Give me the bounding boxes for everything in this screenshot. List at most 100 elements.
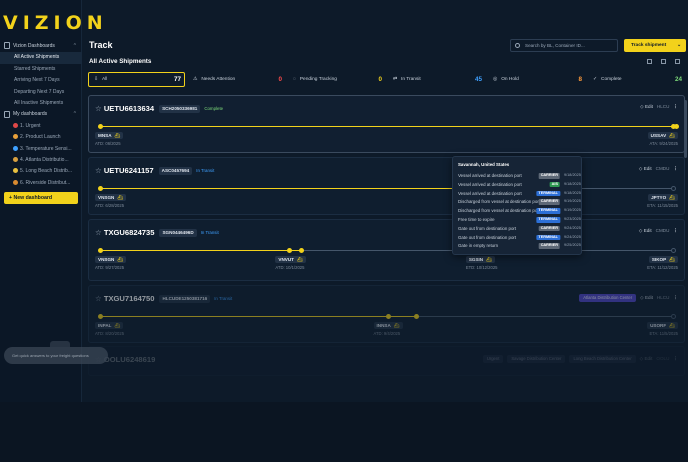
filter-tab[interactable]: ◌ Pending Tracking 0 bbox=[288, 72, 385, 87]
shipment-card[interactable]: ☆ UETU6241157 ASC0457694 In Transit ◇ Edit CM… bbox=[88, 157, 685, 215]
sidebar-item[interactable]: Departing Next 7 Days bbox=[0, 87, 82, 98]
destination-port[interactable]: JPTYO ⛴ bbox=[648, 194, 678, 201]
dashboard-tag[interactable]: Urgent bbox=[482, 355, 504, 363]
edit-button[interactable]: Edit bbox=[644, 356, 652, 361]
event-label: Vessel arrived at destination port bbox=[458, 190, 522, 196]
search-input[interactable]: Search by BL, Container ID... bbox=[510, 39, 618, 52]
sidebar-dashboard-item[interactable]: 5. Long Beach Distrib... bbox=[0, 166, 82, 177]
ship-icon: ⛴ bbox=[117, 195, 124, 200]
filter-count: 8 bbox=[578, 76, 582, 83]
vizion-logo[interactable]: VIZION bbox=[3, 12, 108, 34]
destination-port[interactable]: USSAV ⛴ bbox=[647, 132, 678, 139]
shipment-card[interactable]: ☆ TXGU7164750 HLCUDE1250381716 In Transit At… bbox=[88, 285, 685, 343]
group-my-dashboards[interactable]: My dashboards ^ bbox=[0, 109, 82, 120]
origin-date: ATD: 6/28/2025 bbox=[95, 203, 125, 208]
card-actions: ◇ Edit CMDU ⋮ bbox=[639, 228, 678, 234]
sidebar-item[interactable]: All Inactive Shipments bbox=[0, 98, 82, 109]
origin-port[interactable]: VNSGN ⛴ bbox=[95, 256, 127, 263]
container-id[interactable]: ☆ TXGU6824735 SGN0446496D In Transit bbox=[95, 228, 219, 237]
card-actions: ◇ Edit HLCU ⋮ bbox=[640, 104, 678, 110]
filter-tab[interactable]: ⚠ Needs Attention 0 bbox=[188, 72, 285, 87]
filter-tab[interactable]: ✓ Complete 24 bbox=[588, 72, 685, 87]
origin-port[interactable]: VNSGN ⛴ bbox=[95, 194, 127, 201]
container-id[interactable]: ☆ TXGU7164750 HLCUDE1250381716 In Transit bbox=[95, 294, 232, 303]
more-options-icon[interactable]: ⋮ bbox=[673, 356, 678, 361]
ship-icon: ⛴ bbox=[669, 195, 675, 200]
track-shipment-button[interactable]: Track shipment ⌄ bbox=[624, 39, 686, 52]
dashboard-tag[interactable]: Long Beach Distribution Center bbox=[569, 355, 636, 363]
ship-icon: ⛴ bbox=[669, 133, 675, 138]
filter-tab[interactable]: ⇩ All 77 bbox=[88, 72, 185, 87]
shipment-card[interactable]: ☆OOLU6248619UrgentSavage Distribution Ce… bbox=[88, 346, 685, 376]
sidebar-dashboard-item[interactable]: 1. Urgent bbox=[0, 121, 82, 132]
edit-button[interactable]: Edit bbox=[645, 104, 653, 109]
origin-port[interactable]: INPAL ⛴ bbox=[95, 322, 124, 329]
card-actions: Atlanta Distribution Center ◇ Edit HLCU ⋮ bbox=[579, 294, 678, 302]
carrier-scac: CMDU bbox=[655, 228, 670, 233]
more-options-icon[interactable]: ⋮ bbox=[673, 228, 678, 233]
scrollbar[interactable] bbox=[684, 100, 687, 158]
assistant-prompt[interactable]: Get quick answers to your freight questi… bbox=[4, 347, 108, 364]
filter-tab[interactable]: ⇄ In Transit 45 bbox=[388, 72, 485, 87]
transshipment-port[interactable]: INNSA ⛴ bbox=[373, 322, 403, 329]
filter-tab[interactable]: ◎ On Hold 8 bbox=[488, 72, 585, 87]
group-vizion-dashboards[interactable]: Vizion Dashboards ^ bbox=[0, 41, 82, 52]
sidebar-dashboard-item[interactable]: 3. Temperature Sensi... bbox=[0, 144, 82, 155]
source-badge: CARRIER bbox=[538, 225, 560, 232]
origin-port[interactable]: MNSA ⛴ bbox=[95, 132, 124, 139]
container-number: TXGU7164750 bbox=[103, 294, 155, 303]
container-id[interactable]: ☆ UETU6613634 SCH2050336981 Complete bbox=[95, 104, 223, 113]
port-code: USORF bbox=[650, 323, 667, 328]
sidebar-dashboard-item[interactable]: 2. Product Launch bbox=[0, 132, 82, 143]
dashboard-tag[interactable]: Atlanta Distribution Center bbox=[579, 294, 637, 302]
shipment-card[interactable]: ☆ TXGU6824735 SGN0446496D In Transit ◇ Edit C… bbox=[88, 219, 685, 281]
sidebar-dashboard-item[interactable]: 6. Riverside Distribut... bbox=[0, 178, 82, 189]
destination-port[interactable]: SIKOP ⛴ bbox=[648, 256, 678, 263]
more-options-icon[interactable]: ⋮ bbox=[673, 295, 678, 300]
shipment-card[interactable]: ☆ UETU6613634 SCH2050336981 Complete ◇ Edit H… bbox=[88, 95, 685, 153]
new-dashboard-button[interactable]: + New dashboard bbox=[4, 192, 78, 205]
source-badge: TERMINAL bbox=[536, 190, 560, 197]
list-view-icon[interactable] bbox=[647, 59, 652, 64]
edit-button[interactable]: Edit bbox=[644, 166, 652, 171]
sidebar-item[interactable]: All Active Shipments bbox=[0, 52, 82, 64]
more-options-icon[interactable]: ⋮ bbox=[673, 104, 678, 109]
dashboard-tag[interactable]: Savage Distribution Center bbox=[507, 355, 566, 363]
event-date: 9/24/2025 bbox=[564, 225, 581, 230]
grid-view-icon[interactable] bbox=[661, 59, 666, 64]
ship-icon: ⛴ bbox=[669, 323, 675, 328]
current-position-dot bbox=[298, 248, 304, 253]
chevron-down-icon: ⌄ bbox=[676, 43, 681, 48]
star-icon[interactable]: ☆ bbox=[95, 104, 102, 113]
filter-label: In Transit bbox=[401, 77, 421, 82]
edit-button[interactable]: Edit bbox=[644, 228, 652, 233]
source-badge: TERMINAL bbox=[536, 208, 560, 214]
event-label: Vessel arrived at destination port bbox=[458, 181, 522, 187]
edit-button[interactable]: Edit bbox=[645, 295, 653, 300]
chevron-up-icon: ^ bbox=[73, 43, 76, 49]
destination-date: ATA: 9/24/2025 bbox=[649, 141, 678, 146]
event-label: Free time to expire bbox=[458, 217, 495, 222]
destination-port[interactable]: USORF ⛴ bbox=[647, 322, 678, 329]
sidebar-item[interactable]: Arriving Next 7 Days bbox=[0, 75, 82, 86]
carrier-scac: OOLU bbox=[656, 356, 670, 361]
container-id[interactable]: ☆ UETU6241157 ASC0457694 In Transit bbox=[95, 166, 214, 175]
event-row: Vessel arrived at destination port AIS 9/1… bbox=[458, 181, 581, 189]
dashboard-label: 2. Product Launch bbox=[20, 134, 61, 141]
port-code: MNSA bbox=[98, 133, 112, 138]
chevron-up-icon: ^ bbox=[73, 111, 76, 118]
status-badge: Complete bbox=[204, 106, 224, 111]
route-stop-dot bbox=[98, 124, 103, 129]
sidebar-dashboard-item[interactable]: 4. Atlanta Distributio... bbox=[0, 155, 82, 166]
star-icon[interactable]: ☆ bbox=[95, 228, 102, 237]
dashboard-dot-icon bbox=[13, 179, 18, 185]
star-icon[interactable]: ☆ bbox=[95, 294, 102, 303]
transshipment-port[interactable]: VNVUT ⛴ bbox=[275, 256, 306, 263]
status-badge: In Transit bbox=[214, 296, 233, 301]
star-icon[interactable]: ☆ bbox=[95, 166, 102, 175]
columns-view-icon[interactable] bbox=[675, 59, 680, 64]
transshipment-port[interactable]: SGSIN ⛴ bbox=[465, 256, 495, 263]
sidebar-item[interactable]: Starred Shipments bbox=[0, 64, 82, 75]
app-window: VIZION Vizion Dashboards ^ All Active Sh… bbox=[0, 0, 688, 402]
more-options-icon[interactable]: ⋮ bbox=[673, 166, 678, 171]
